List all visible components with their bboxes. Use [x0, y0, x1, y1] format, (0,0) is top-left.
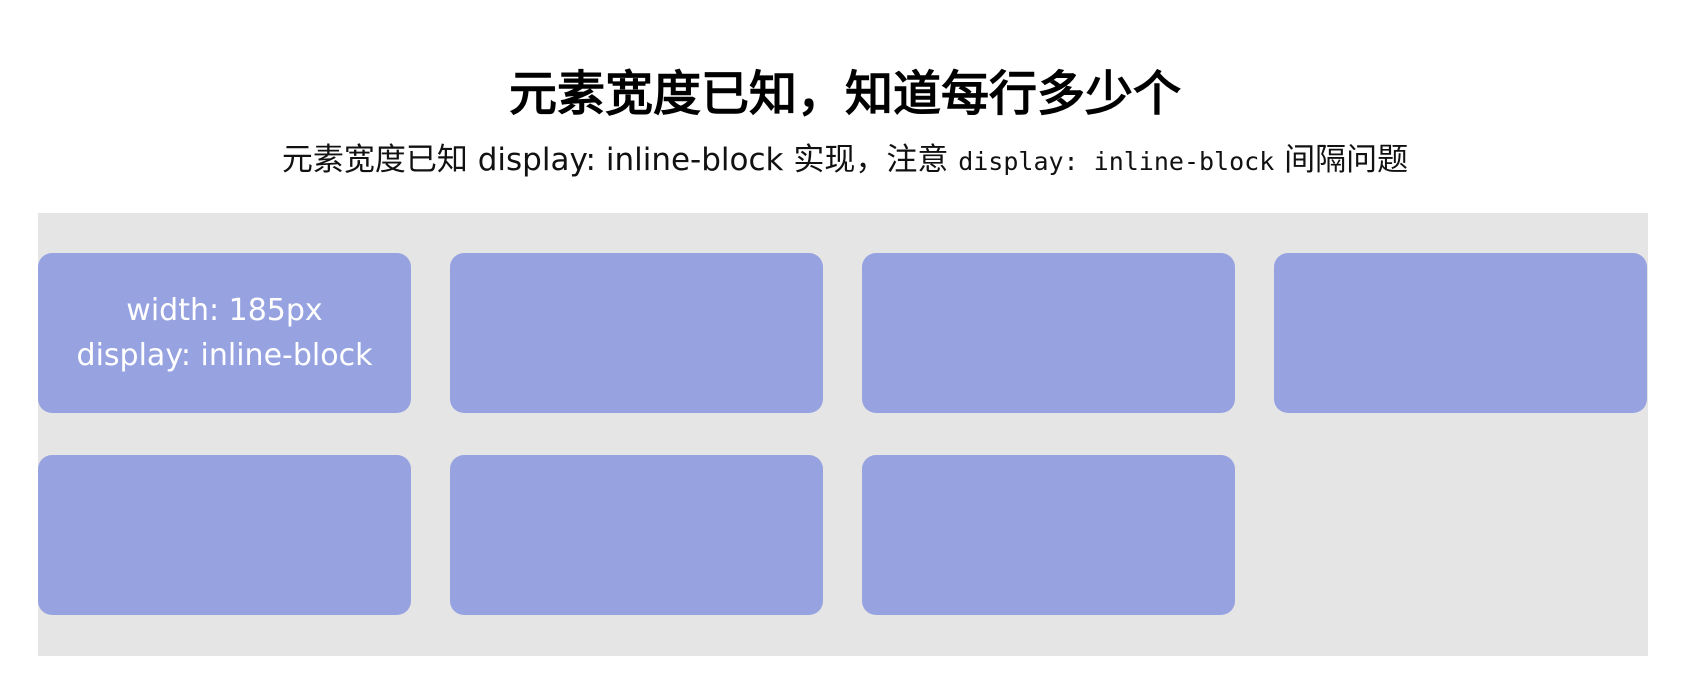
box-width-label: width: 185px	[126, 293, 323, 328]
description-prefix: 元素宽度已知 display: inline-block 实现，注意	[281, 142, 949, 178]
grid-box-7	[862, 455, 1235, 615]
description-suffix: 间隔问题	[1284, 142, 1409, 178]
description-code: display: inline-block	[958, 147, 1275, 176]
page-description: 元素宽度已知 display: inline-block 实现，注意 displ…	[0, 138, 1690, 184]
grid-box-3	[862, 253, 1235, 413]
grid-box-6	[450, 455, 823, 615]
box-display-label: display: inline-block	[76, 338, 373, 373]
page-title: 元素宽度已知，知道每行多少个	[508, 66, 1181, 123]
grid-box-2	[450, 253, 823, 413]
grid-box-1: width: 185px display: inline-block	[38, 253, 411, 413]
inline-block-container: width: 185px display: inline-block	[38, 213, 1648, 656]
demo-page: 元素宽度已知，知道每行多少个 元素宽度已知 display: inline-bl…	[0, 0, 1690, 680]
grid-box-5	[38, 455, 411, 615]
grid-box-4	[1274, 253, 1647, 413]
